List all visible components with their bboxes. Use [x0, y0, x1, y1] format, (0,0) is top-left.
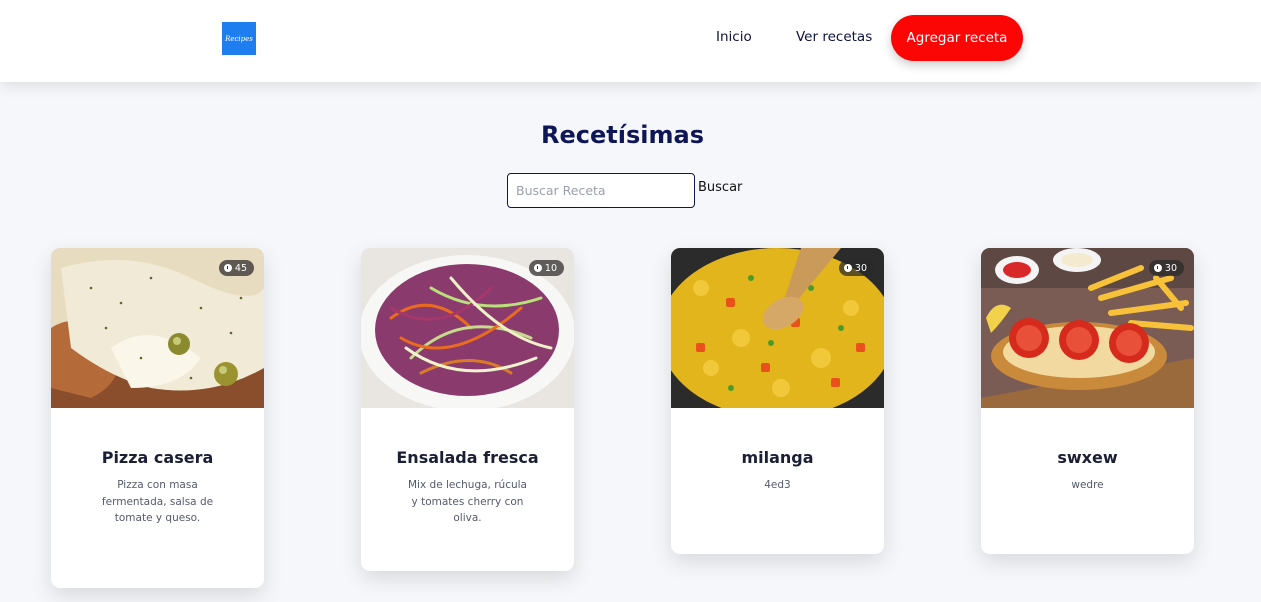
- recipe-card[interactable]: 30 swxew wedre: [981, 248, 1194, 554]
- recipe-description: 4ed3: [764, 479, 791, 491]
- recipe-title: swxew: [1057, 448, 1118, 467]
- search-button[interactable]: Buscar: [698, 180, 742, 195]
- recipe-image: 45: [51, 248, 264, 408]
- logo[interactable]: Recipes: [222, 22, 256, 55]
- add-recipe-button[interactable]: Agregar receta: [891, 15, 1023, 61]
- cook-time-badge: 30: [1148, 260, 1184, 276]
- clock-icon: [1153, 264, 1162, 272]
- recipe-title: Pizza casera: [101, 448, 214, 467]
- nav-link-ver-recetas[interactable]: Ver recetas: [796, 29, 872, 45]
- recipe-title: milanga: [741, 448, 814, 467]
- cook-time: 10: [544, 262, 557, 274]
- clock-icon: [223, 264, 232, 272]
- recipe-image: 30: [671, 248, 884, 408]
- recipe-card[interactable]: 30 milanga 4ed3: [671, 248, 884, 554]
- page-title: Recetísimas: [541, 121, 704, 149]
- cook-time: 45: [234, 262, 247, 274]
- cook-time-badge: 30: [838, 260, 874, 276]
- cook-time-badge: 45: [218, 260, 254, 276]
- cook-time: 30: [1164, 262, 1177, 274]
- cook-time-badge: 10: [528, 260, 564, 276]
- recipe-description: Mix de lechuga, rúcula y tomates cherry …: [408, 479, 527, 524]
- recipe-description: Pizza con masa fermentada, salsa de toma…: [101, 479, 214, 524]
- clock-icon: [533, 264, 542, 272]
- recipe-image: 30: [981, 248, 1194, 408]
- recipe-card[interactable]: 45 Pizza casera Pizza con masa fermentad…: [51, 248, 264, 588]
- recipe-image: 10: [361, 248, 574, 408]
- clock-icon: [843, 264, 852, 272]
- cook-time: 30: [854, 262, 867, 274]
- recipe-card[interactable]: 10 Ensalada fresca Mix de lechuga, rúcul…: [361, 248, 574, 571]
- nav-link-inicio[interactable]: Inicio: [716, 29, 752, 45]
- navbar: Recipes Inicio Ver recetas Agregar recet…: [0, 0, 1261, 82]
- search-input[interactable]: [507, 173, 695, 208]
- recipe-title: Ensalada fresca: [396, 448, 539, 467]
- recipe-description: wedre: [1071, 479, 1104, 491]
